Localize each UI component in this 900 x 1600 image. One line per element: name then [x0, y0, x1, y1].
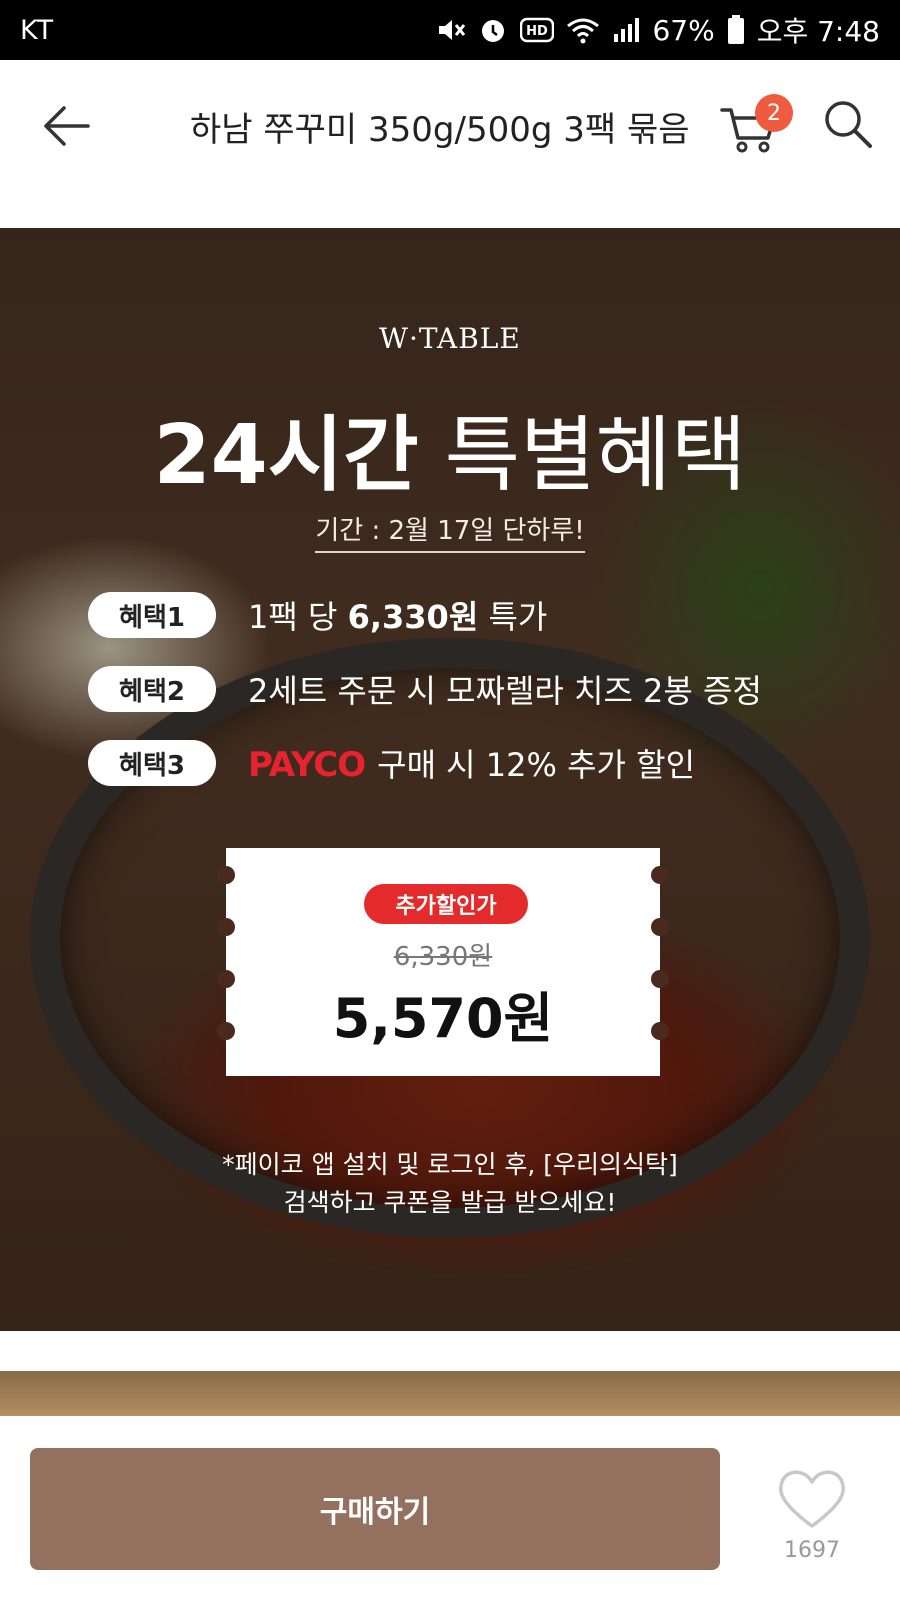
- benefit-row-1: 혜택1 1팩 당 6,330원 특가: [88, 590, 547, 640]
- original-price: 6,330원: [393, 942, 493, 972]
- cart-button[interactable]: 2: [720, 94, 793, 158]
- headline-bold: 24시간: [153, 408, 419, 503]
- status-icons: HD 67% 오후 7:48: [436, 10, 880, 50]
- mute-icon: [436, 16, 466, 44]
- next-product-image: [0, 1371, 900, 1416]
- benefit-row-2: 혜택2 2세트 주문 시 모짜렐라 치즈 2봉 증정: [88, 664, 762, 714]
- back-arrow-icon: [44, 106, 90, 146]
- benefit-label: 혜택2: [88, 666, 216, 712]
- discount-ticket: 추가할인가 6,330원 5,570원: [217, 848, 669, 1076]
- status-bar: KT HD 67% 오후 7:48: [0, 0, 900, 60]
- wifi-icon: [566, 16, 600, 44]
- final-price: 5,570원: [332, 987, 554, 1050]
- promo-period: 기간 : 2월 17일 단하루!: [0, 510, 900, 553]
- back-button[interactable]: [36, 96, 96, 156]
- brand-logo: W·TABLE: [379, 322, 521, 355]
- benefit-text: PAYCO 구매 시 12% 추가 할인: [248, 745, 696, 785]
- benefit-row-3: 혜택3 PAYCO 구매 시 12% 추가 할인: [88, 738, 695, 788]
- svg-text:HD: HD: [527, 24, 549, 39]
- promo-banner: W·TABLE 24시간 특별혜택 기간 : 2월 17일 단하루! 혜택1 1…: [0, 228, 900, 1331]
- carrier-label: KT: [20, 14, 55, 46]
- heart-icon: [779, 1470, 845, 1528]
- buy-button[interactable]: 구매하기: [30, 1448, 720, 1570]
- battery-icon: [727, 15, 745, 45]
- app-header: 하남 쭈꾸미 350g/500g 3팩 묶음 2: [0, 60, 900, 190]
- promo-headline: 24시간 특별혜택: [0, 388, 900, 507]
- payco-logo: PAYCO: [248, 745, 366, 785]
- bottom-action-bar: 구매하기 1697: [0, 1416, 900, 1600]
- alarm-icon: [478, 15, 508, 45]
- hd-icon: HD: [520, 17, 555, 43]
- like-button[interactable]: 1697: [772, 1464, 852, 1574]
- battery-percent: 67%: [652, 13, 715, 47]
- benefit-text: 2세트 주문 시 모짜렐라 치즈 2봉 증정: [248, 672, 762, 710]
- search-button[interactable]: [822, 98, 882, 158]
- like-count: 1697: [784, 1538, 840, 1563]
- headline-light: 특별혜택: [444, 408, 747, 503]
- page-title: 하남 쭈꾸미 350g/500g 3팩 묶음: [190, 110, 690, 150]
- clock: 오후 7:48: [756, 15, 880, 48]
- cart-count-badge: 2: [755, 94, 793, 132]
- benefit-label: 혜택1: [88, 592, 216, 638]
- coupon-note: *페이코 앱 설치 및 로그인 후, [우리의식탁] 검색하고 쿠폰을 발급 받…: [222, 1150, 678, 1217]
- extra-discount-tag: 추가할인가: [364, 884, 528, 924]
- benefit-label: 혜택3: [88, 740, 216, 786]
- signal-icon: [612, 16, 640, 44]
- search-icon: [825, 101, 872, 148]
- benefit-text: 1팩 당 6,330원 특가: [248, 598, 548, 636]
